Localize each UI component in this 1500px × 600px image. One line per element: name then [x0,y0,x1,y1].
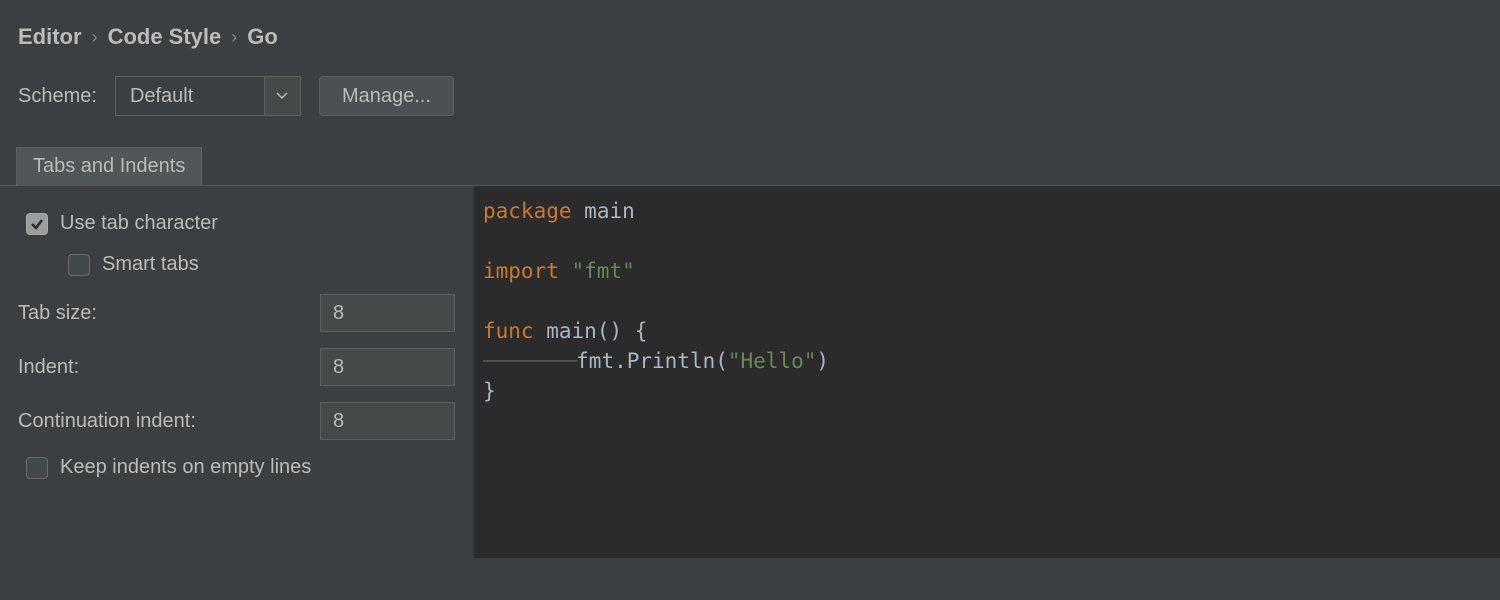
keyword-package: package [483,199,572,223]
indent-label: Indent: [18,356,79,379]
smart-tabs-row: Smart tabs [18,253,455,276]
smart-tabs-label: Smart tabs [102,253,199,276]
scheme-row: Scheme: Default Manage... [0,68,1500,146]
indent-row: Indent: [18,348,455,386]
scheme-label: Scheme: [18,85,97,108]
use-tab-label: Use tab character [60,212,218,235]
breadcrumb-separator: › [231,27,237,48]
chevron-down-icon[interactable] [265,76,301,116]
tab-tabs-and-indents[interactable]: Tabs and Indents [16,147,202,186]
tab-size-input[interactable] [320,294,455,332]
call-close: ) [816,349,829,373]
manage-button[interactable]: Manage... [319,76,454,116]
package-name: main [584,199,635,223]
parens: () [597,319,622,343]
breadcrumb-separator: › [92,27,98,48]
string-literal: "Hello" [728,349,817,373]
use-tab-row: Use tab character [18,212,455,235]
breadcrumb-item-code-style[interactable]: Code Style [108,24,222,50]
scheme-select[interactable]: Default [115,76,301,116]
use-tab-checkbox[interactable] [26,213,48,235]
indent-guide: ──────── [483,349,576,373]
keep-indents-checkbox[interactable] [26,457,48,479]
import-path: "fmt" [572,259,635,283]
call-expr: fmt.Println( [576,349,728,373]
code-preview: package main import "fmt" func main() { … [475,186,1500,558]
continuation-indent-label: Continuation indent: [18,410,196,433]
continuation-indent-row: Continuation indent: [18,402,455,440]
brace-open: { [635,319,648,343]
settings-panel: Use tab character Smart tabs Tab size: I… [0,186,475,558]
breadcrumb-item-go[interactable]: Go [247,24,278,50]
keep-indents-label: Keep indents on empty lines [60,456,311,479]
continuation-indent-input[interactable] [320,402,455,440]
scheme-select-value[interactable]: Default [115,76,265,116]
keep-indents-row: Keep indents on empty lines [18,456,455,479]
keyword-func: func [483,319,534,343]
indent-input[interactable] [320,348,455,386]
breadcrumb-item-editor[interactable]: Editor [18,24,82,50]
brace-close: } [483,379,496,403]
tab-size-row: Tab size: [18,294,455,332]
tab-strip: Tabs and Indents [0,146,1500,186]
tab-size-label: Tab size: [18,302,97,325]
func-name: main [546,319,597,343]
breadcrumb: Editor › Code Style › Go [0,0,1500,68]
main-area: Use tab character Smart tabs Tab size: I… [0,186,1500,558]
keyword-import: import [483,259,559,283]
smart-tabs-checkbox[interactable] [68,254,90,276]
